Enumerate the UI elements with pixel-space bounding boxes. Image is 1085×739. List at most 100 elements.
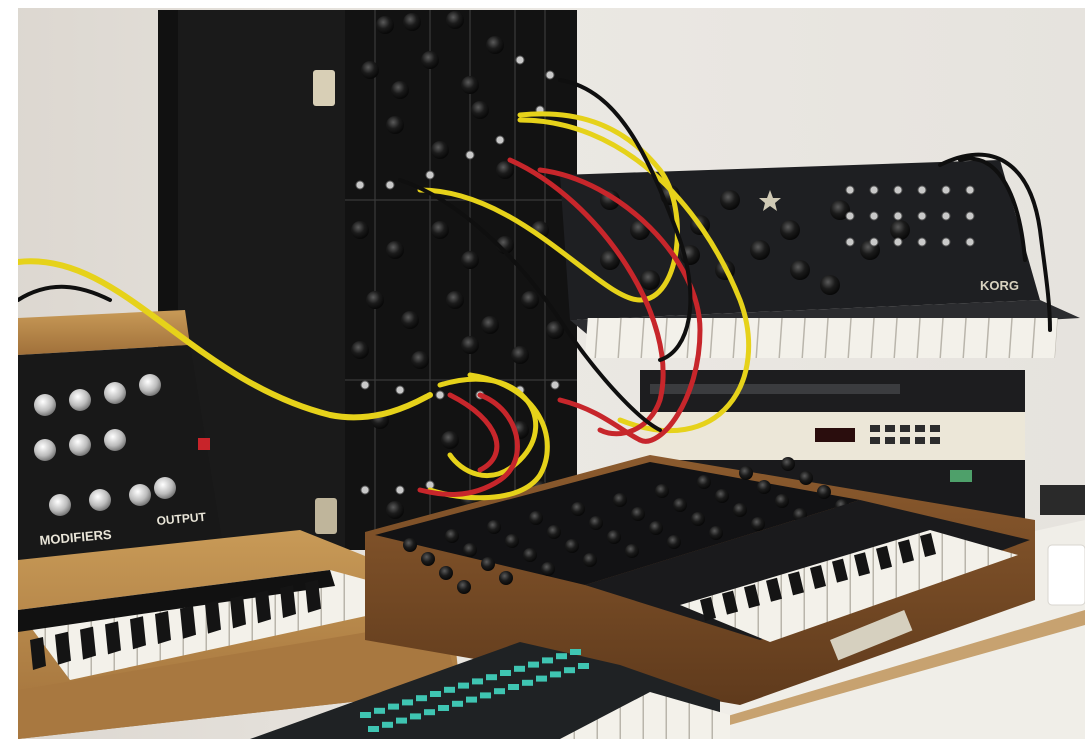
patch-jack-icon [435, 390, 445, 400]
knob-icon [511, 346, 529, 364]
knob-icon [421, 552, 435, 566]
patch-jack-icon [869, 185, 879, 195]
patch-jack-icon [917, 237, 927, 247]
knob-icon [715, 489, 729, 503]
knob-icon [565, 539, 579, 553]
knob-icon [361, 61, 379, 79]
knob-icon [589, 516, 603, 530]
patch-jack-icon [465, 150, 475, 160]
knob-icon [446, 291, 464, 309]
patch-jack-icon [965, 211, 975, 221]
knob-icon [499, 571, 513, 585]
patch-jack-icon [917, 185, 927, 195]
patch-jack-icon [941, 237, 951, 247]
knob-icon [655, 484, 669, 498]
knob-icon [351, 221, 369, 239]
patch-jack-icon [395, 385, 405, 395]
studio-photo: KORG MODIFIERS OUTPUT [0, 0, 1085, 739]
patch-jack-icon [869, 237, 879, 247]
knob-icon [521, 291, 539, 309]
patch-jack-icon [941, 211, 951, 221]
modular-cabinet [158, 10, 577, 550]
case-latch [315, 498, 337, 534]
patch-jack-icon [385, 180, 395, 190]
knob-icon [496, 161, 514, 179]
case-latch [313, 70, 335, 106]
knob-icon [376, 16, 394, 34]
patch-jack-icon [550, 380, 560, 390]
knob-icon [640, 270, 660, 290]
knob-icon [799, 471, 813, 485]
patch-jack-icon [917, 211, 927, 221]
knob-icon [780, 220, 800, 240]
knob-icon [49, 494, 71, 516]
knob-icon [351, 341, 369, 359]
knob-icon [139, 374, 161, 396]
knob-icon [403, 13, 421, 31]
knob-icon [571, 502, 585, 516]
knob-icon [890, 220, 910, 240]
knob-icon [471, 101, 489, 119]
patch-jack-icon [545, 70, 555, 80]
knob-icon [439, 566, 453, 580]
patch-jack-icon [893, 237, 903, 247]
knob-icon [386, 501, 404, 519]
patch-jack-icon [425, 170, 435, 180]
knob-icon [613, 493, 627, 507]
knob-icon [421, 51, 439, 69]
knob-icon [69, 389, 91, 411]
brand-label: KORG [980, 278, 1019, 293]
knob-icon [607, 530, 621, 544]
knob-icon [441, 431, 459, 449]
knob-icon [401, 311, 419, 329]
knob-icon [129, 484, 151, 506]
patch-jack-icon [495, 135, 505, 145]
patch-jack-icon [965, 237, 975, 247]
knob-icon [529, 511, 543, 525]
patch-jack-icon [360, 485, 370, 495]
knob-icon [505, 534, 519, 548]
knob-icon [739, 466, 753, 480]
knob-icon [750, 240, 770, 260]
patch-jack-icon [965, 185, 975, 195]
knob-icon [487, 520, 501, 534]
korg-synth: KORG [560, 160, 1080, 358]
knob-icon [757, 480, 771, 494]
knob-icon [720, 190, 740, 210]
knob-icon [481, 557, 495, 571]
knob-icon [403, 538, 417, 552]
patch-jack-icon [941, 185, 951, 195]
knob-icon [463, 543, 477, 557]
knob-icon [34, 439, 56, 461]
knob-icon [391, 81, 409, 99]
knob-icon [69, 434, 91, 456]
knob-icon [486, 36, 504, 54]
knob-icon [751, 517, 765, 531]
patch-jack-icon [360, 380, 370, 390]
knob-icon [481, 316, 499, 334]
knob-icon [411, 351, 429, 369]
patch-jack-icon [355, 180, 365, 190]
knob-icon [820, 275, 840, 295]
knob-icon [386, 241, 404, 259]
knob-icon [104, 382, 126, 404]
knob-icon [781, 457, 795, 471]
patch-jack-icon [845, 185, 855, 195]
knob-icon [667, 535, 681, 549]
knob-icon [461, 251, 479, 269]
patch-jack-icon [893, 211, 903, 221]
knob-icon [461, 336, 479, 354]
patch-jack-icon [893, 185, 903, 195]
knob-icon [523, 548, 537, 562]
knob-icon [154, 477, 176, 499]
knob-icon [625, 544, 639, 558]
knob-icon [673, 498, 687, 512]
knob-icon [583, 553, 597, 567]
knob-icon [445, 529, 459, 543]
knob-icon [817, 485, 831, 499]
knob-icon [631, 507, 645, 521]
knob-icon [431, 221, 449, 239]
knob-icon [457, 580, 471, 594]
knob-icon [691, 512, 705, 526]
knob-icon [541, 562, 555, 576]
